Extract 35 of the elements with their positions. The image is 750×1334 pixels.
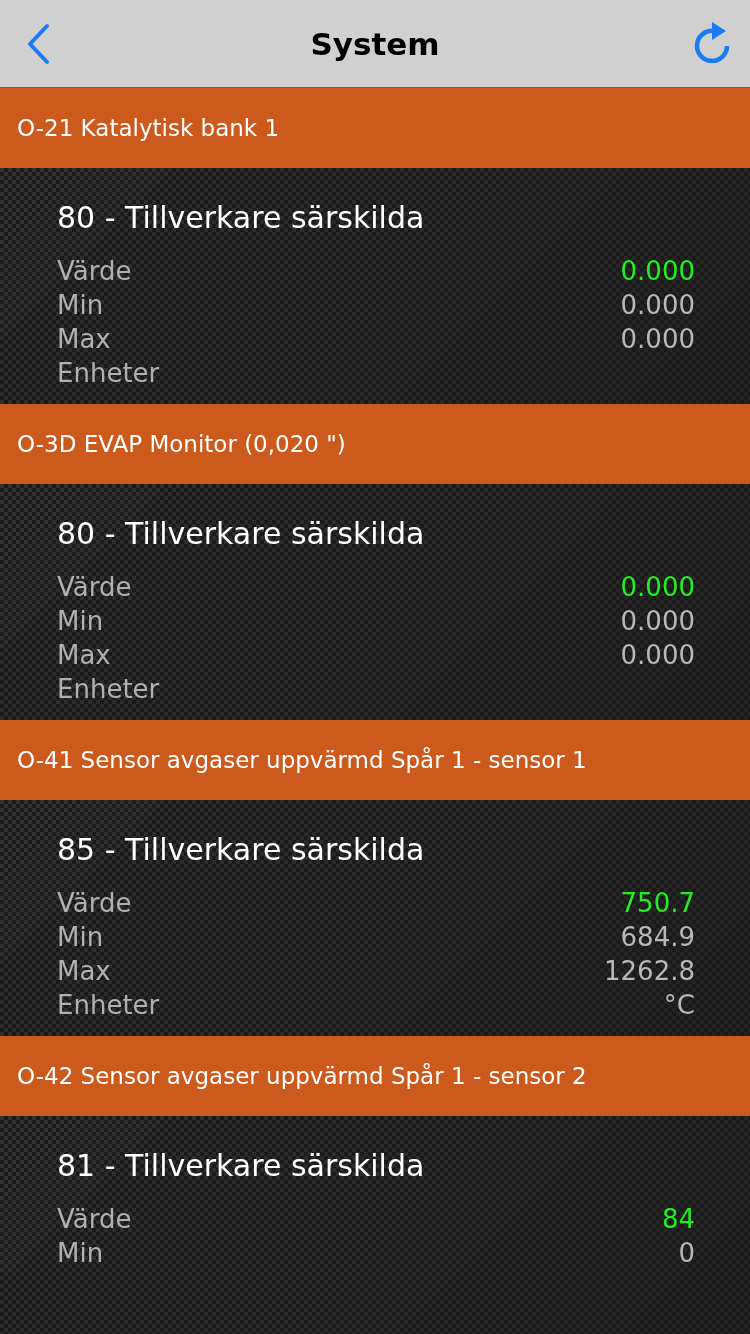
section-header: O-21 Katalytisk bank 1 xyxy=(0,88,750,168)
row-value: 0.000 xyxy=(620,572,695,602)
row-label: Värde xyxy=(57,572,132,602)
row-value: 1262.8 xyxy=(604,956,695,986)
row-value: 0.000 xyxy=(620,640,695,670)
row-label: Enheter xyxy=(57,674,160,704)
row-label: Min xyxy=(57,290,104,320)
section-header: O-3D EVAP Monitor (0,020 ") xyxy=(0,404,750,484)
card-title: 81 - Tillverkare särskilda xyxy=(57,1147,426,1185)
row-label: Enheter xyxy=(57,358,160,388)
section-header: O-41 Sensor avgaser uppvärmd Spår 1 - sensor 1 xyxy=(0,720,750,800)
row-value: 684.9 xyxy=(620,922,695,952)
screen-title: System xyxy=(310,25,440,62)
row-value: 84 xyxy=(661,1204,695,1234)
row-label: Min xyxy=(57,922,104,952)
row-value: 0.000 xyxy=(620,606,695,636)
card-title: 80 - Tillverkare särskilda xyxy=(57,199,426,237)
row-label: Max xyxy=(57,324,111,354)
row-value: 750.7 xyxy=(620,888,695,918)
row-label: Min xyxy=(57,606,104,636)
row-label: Enheter xyxy=(57,990,160,1020)
row-value: 0 xyxy=(678,1238,695,1268)
card-title: 80 - Tillverkare särskilda xyxy=(57,515,426,553)
row-value: °C xyxy=(663,990,695,1020)
row-label: Max xyxy=(57,640,111,670)
row-value: 0.000 xyxy=(620,290,695,320)
row-label: Max xyxy=(57,956,111,986)
row-value: 0.000 xyxy=(620,324,695,354)
card-title: 85 - Tillverkare särskilda xyxy=(57,831,426,869)
row-label: Min xyxy=(57,1238,104,1268)
row-label: Värde xyxy=(57,1204,132,1234)
row-label: Värde xyxy=(57,256,132,286)
section-header: O-42 Sensor avgaser uppvärmd Spår 1 - sensor 2 xyxy=(0,1036,750,1116)
row-label: Värde xyxy=(57,888,132,918)
row-value: 0.000 xyxy=(620,256,695,286)
